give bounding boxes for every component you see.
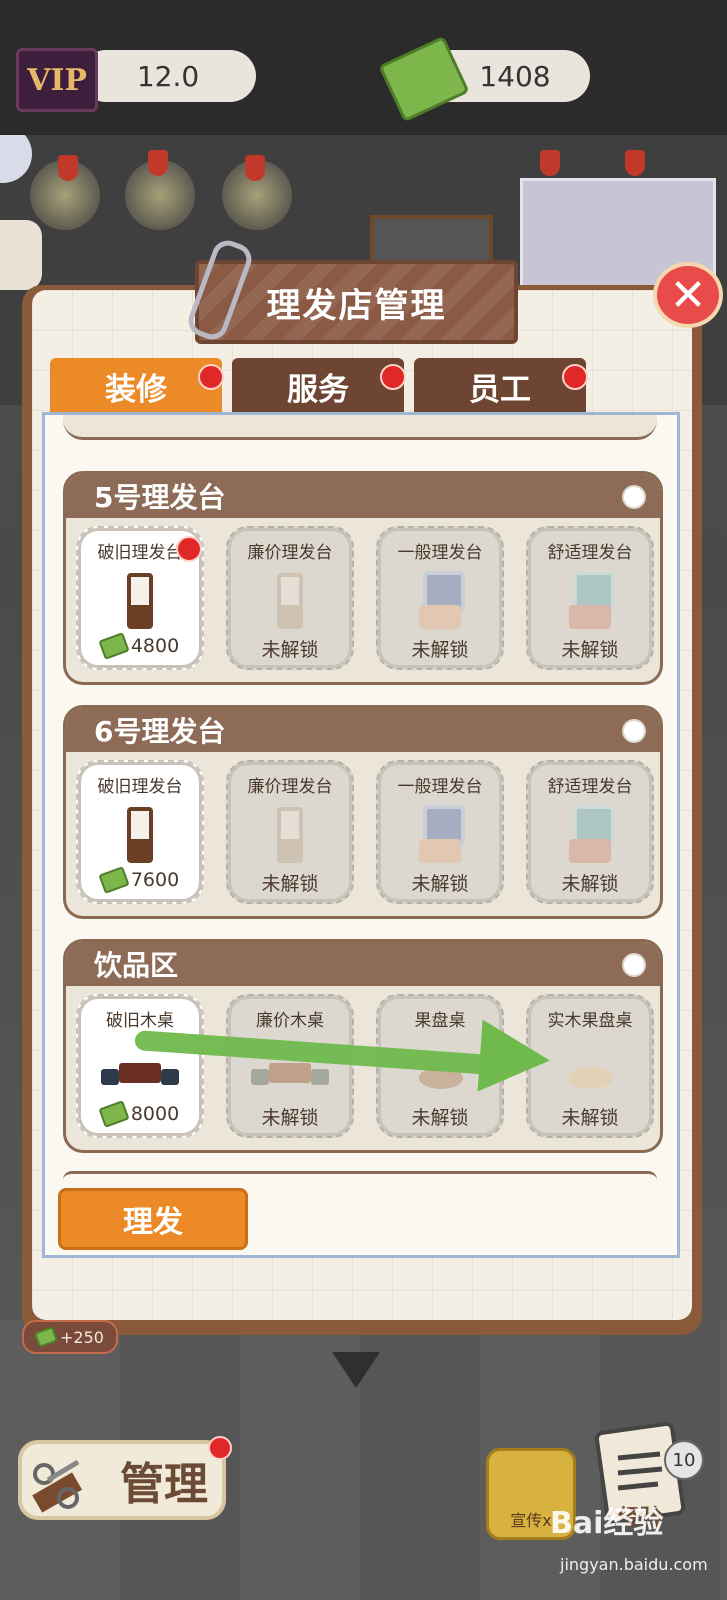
watermark-url: jingyan.baidu.com [560, 1555, 708, 1574]
item-status: 未解锁 [561, 639, 619, 661]
item-price: 7600 [130, 869, 180, 891]
item-card-cheap-station[interactable]: 廉价理发台 未解锁 [226, 526, 354, 670]
ceiling-lamp [245, 155, 265, 181]
item-status: 未解锁 [261, 639, 319, 661]
decoration-list[interactable]: 5号理发台 破旧理发台 4800 廉价理发台 未解锁 一般理发台 未解锁 舒适理… [42, 412, 680, 1258]
vip-label: VIP [27, 62, 87, 98]
ceiling-lamp [58, 155, 78, 181]
scroll-down-icon[interactable] [332, 1352, 380, 1388]
ceiling-lamp [148, 150, 168, 176]
income-badge: +250 [22, 1320, 118, 1354]
item-name: 破旧理发台 [97, 777, 183, 797]
experience-count: 10 [672, 1449, 696, 1471]
previous-section-edge [63, 415, 657, 440]
section-title: 6号理发台 [94, 715, 226, 748]
ceiling-lamp [540, 150, 560, 176]
guide-arrow-head [477, 1019, 553, 1097]
comfort-vanity-icon [559, 803, 621, 865]
item-card-comfort-station[interactable]: 舒适理发台 未解锁 [526, 760, 654, 904]
item-name: 廉价理发台 [247, 543, 333, 563]
manage-label: 管理 [120, 1459, 208, 1510]
item-status: 未解锁 [411, 873, 469, 895]
experience-count-badge: 10 [664, 1440, 704, 1480]
wood-fruit-table-icon [559, 1037, 621, 1099]
item-card-normal-station[interactable]: 一般理发台 未解锁 [376, 526, 504, 670]
item-name: 实木果盘桌 [547, 1011, 633, 1031]
item-status: 未解锁 [561, 873, 619, 895]
item-price: 8000 [130, 1103, 180, 1125]
item-card-worn-station[interactable]: 破旧理发台 4800 [76, 526, 204, 670]
close-icon: ✕ [669, 269, 707, 321]
vip-badge[interactable]: VIP [16, 48, 98, 112]
side-menu-button[interactable] [0, 220, 42, 290]
item-name: 舒适理发台 [547, 543, 633, 563]
normal-vanity-icon [409, 803, 471, 865]
item-name: 廉价理发台 [247, 777, 333, 797]
notification-dot [380, 364, 406, 390]
tab-label: 员工 [469, 371, 531, 408]
item-price: 4800 [130, 635, 180, 657]
notification-dot [176, 536, 202, 562]
worn-chair-icon [109, 569, 171, 631]
tab-label: 服务 [287, 371, 349, 408]
section-header: 5号理发台 [66, 474, 660, 518]
item-card-cheap-table[interactable]: 廉价木桌 未解锁 [226, 994, 354, 1138]
item-name: 一般理发台 [397, 777, 483, 797]
scissors-icon [32, 1459, 83, 1513]
notification-dot [562, 364, 588, 390]
next-section-edge [63, 1171, 657, 1180]
panel-title-text: 理发店管理 [266, 285, 447, 326]
notification-dot [208, 1436, 232, 1460]
item-name: 一般理发台 [397, 543, 483, 563]
cheap-vanity-icon [259, 569, 321, 631]
item-card-worn-station[interactable]: 破旧理发台 7600 [76, 760, 204, 904]
item-status: 未解锁 [411, 639, 469, 661]
section-title: 5号理发台 [94, 481, 226, 514]
cash-icon [33, 1326, 59, 1348]
item-status: 未解锁 [411, 1107, 469, 1129]
notification-dot [198, 364, 224, 390]
select-radio[interactable] [622, 485, 646, 509]
section-station-5: 5号理发台 破旧理发台 4800 廉价理发台 未解锁 一般理发台 未解锁 舒适理… [63, 471, 663, 685]
haircut-button[interactable]: 理发 [58, 1188, 248, 1250]
item-card-normal-station[interactable]: 一般理发台 未解锁 [376, 760, 504, 904]
tab-label: 装修 [105, 371, 167, 408]
item-card-cheap-station[interactable]: 廉价理发台 未解锁 [226, 760, 354, 904]
item-card-comfort-station[interactable]: 舒适理发台 未解锁 [526, 526, 654, 670]
select-radio[interactable] [622, 953, 646, 977]
watermark-logo: Bai经验 [550, 1506, 664, 1541]
cheap-vanity-icon [259, 803, 321, 865]
worn-chair-icon [109, 803, 171, 865]
haircut-button-label: 理发 [123, 1205, 183, 1240]
item-name: 果盘桌 [414, 1011, 466, 1031]
item-status: 未解锁 [261, 1107, 319, 1129]
section-header: 6号理发台 [66, 708, 660, 752]
cash-icon [98, 1100, 130, 1128]
select-radio[interactable] [622, 719, 646, 743]
normal-vanity-icon [409, 569, 471, 631]
section-station-6: 6号理发台 破旧理发台 7600 廉价理发台 未解锁 一般理发台 未解锁 舒适理… [63, 705, 663, 919]
item-status: 未解锁 [561, 1107, 619, 1129]
close-button[interactable]: ✕ [653, 262, 723, 328]
item-status: 未解锁 [261, 873, 319, 895]
vip-level-value: 12.0 [136, 59, 200, 93]
tab-service[interactable]: 服务 [232, 358, 404, 414]
cash-icon [98, 866, 130, 894]
item-name: 舒适理发台 [547, 777, 633, 797]
item-card-worn-table[interactable]: 破旧木桌 8000 [76, 994, 204, 1138]
vip-level-pill: 12.0 [80, 50, 256, 102]
income-value: +250 [60, 1327, 104, 1347]
tab-staff[interactable]: 员工 [414, 358, 586, 414]
money-value: 1408 [479, 59, 551, 93]
item-name: 廉价木桌 [256, 1011, 324, 1031]
cash-icon [98, 632, 130, 660]
item-name: 破旧理发台 [97, 543, 183, 563]
promo-label: 宣传x [510, 1511, 552, 1530]
section-header: 饮品区 [66, 942, 660, 986]
ceiling-lamp [625, 150, 645, 176]
section-title: 饮品区 [94, 949, 179, 982]
tab-decoration[interactable]: 装修 [50, 358, 222, 414]
comfort-vanity-icon [559, 569, 621, 631]
item-name: 破旧木桌 [106, 1011, 174, 1031]
